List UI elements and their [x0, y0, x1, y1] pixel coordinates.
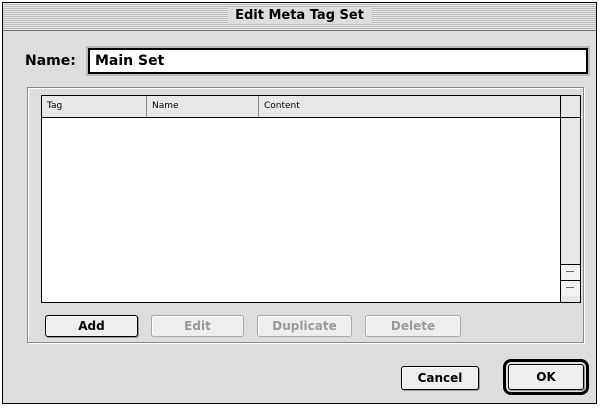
- column-header-name[interactable]: Name: [147, 96, 259, 117]
- cancel-button[interactable]: Cancel: [401, 366, 479, 390]
- name-label: Name:: [25, 53, 76, 69]
- add-button[interactable]: Add: [45, 315, 138, 337]
- delete-button[interactable]: Delete: [365, 315, 461, 337]
- edit-meta-tag-set-dialog: Edit Meta Tag Set Name: Tag Name Content…: [2, 2, 597, 404]
- name-input[interactable]: [86, 46, 590, 76]
- scroll-down-arrow-icon[interactable]: [561, 280, 580, 296]
- duplicate-button[interactable]: Duplicate: [257, 315, 352, 337]
- table-header: Tag Name Content: [42, 96, 560, 118]
- dialog-title: Edit Meta Tag Set: [227, 7, 372, 24]
- title-bar[interactable]: Edit Meta Tag Set: [3, 3, 596, 31]
- edit-button[interactable]: Edit: [151, 315, 244, 337]
- scrollbar-header-corner: [561, 96, 580, 118]
- vertical-scrollbar[interactable]: [560, 96, 580, 302]
- scroll-up-arrow-icon[interactable]: [561, 264, 580, 280]
- column-header-tag[interactable]: Tag: [42, 96, 147, 117]
- ok-button[interactable]: OK: [508, 364, 584, 390]
- column-header-content[interactable]: Content: [259, 96, 560, 117]
- meta-tag-table[interactable]: Tag Name Content: [41, 95, 581, 303]
